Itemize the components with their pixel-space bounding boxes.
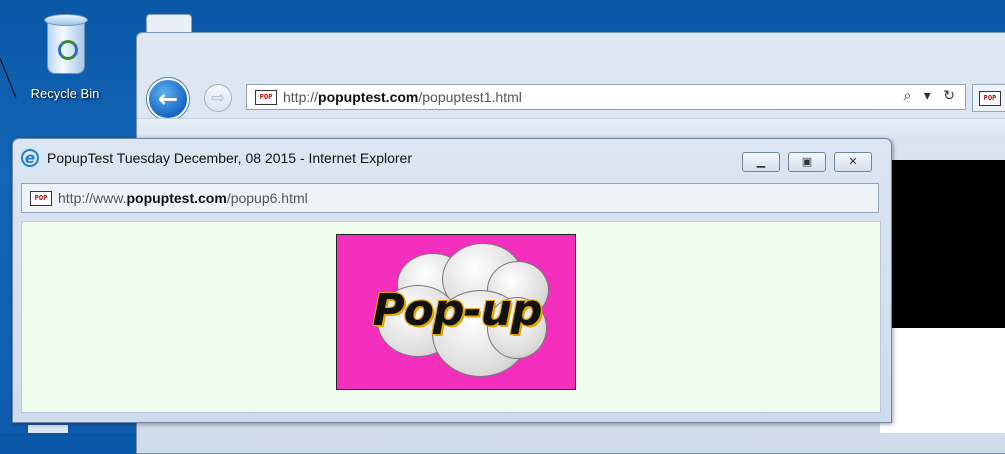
page-content-white — [880, 328, 1005, 433]
address-url: http://popuptest.com/popuptest1.html — [283, 89, 522, 105]
internet-explorer-icon: e — [21, 149, 39, 167]
popup-title: PopupTest Tuesday December, 08 2015 - In… — [47, 150, 412, 166]
recycle-bin-label: Recycle Bin — [30, 86, 100, 101]
page-content-dark — [880, 160, 1005, 328]
arrow-left-icon: ← — [157, 85, 179, 113]
recycle-bin-icon — [42, 14, 88, 74]
browser-tab[interactable]: POP — [972, 84, 1005, 112]
site-favicon-icon: POP — [255, 90, 277, 105]
popup-address-bar[interactable]: POP http://www.popuptest.com/popup6.html — [21, 183, 879, 213]
restore-button[interactable]: ▣ — [788, 152, 826, 172]
popup-favicon-icon: POP — [30, 191, 52, 206]
popup-banner-image[interactable]: Pop-up — [336, 234, 576, 390]
minimize-button[interactable]: ▁ — [742, 152, 780, 172]
back-button[interactable]: ← — [147, 78, 189, 120]
popup-banner-text: Pop-up — [372, 285, 542, 336]
desktop-icon-partial — [28, 425, 68, 433]
forward-button[interactable]: ⇨ — [204, 84, 232, 112]
recycle-bin-shortcut[interactable]: Recycle Bin — [10, 14, 120, 101]
popup-window: e PopupTest Tuesday December, 08 2015 - … — [12, 138, 892, 423]
tab-favicon-icon: POP — [979, 91, 1001, 106]
popup-content: Pop-up — [21, 221, 881, 413]
address-bar[interactable]: POP http://popuptest.com/popuptest1.html… — [246, 84, 966, 110]
popup-url: http://www.popuptest.com/popup6.html — [58, 190, 308, 206]
arrow-right-icon: ⇨ — [211, 88, 225, 107]
close-button[interactable]: ✕ — [834, 152, 872, 172]
search-refresh-icons[interactable]: ⌕ ▾ ↻ — [904, 88, 960, 104]
